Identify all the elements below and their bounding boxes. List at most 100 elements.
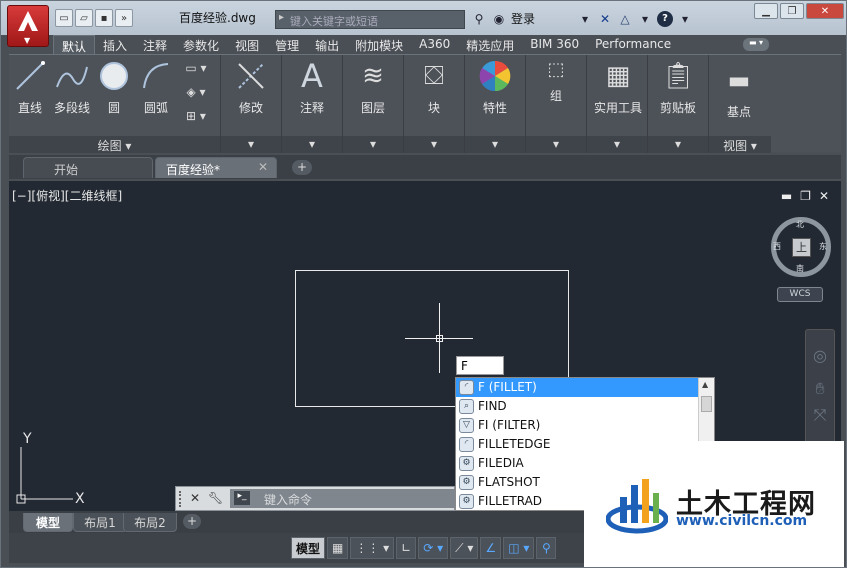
viewport-window-controls: ▬ ❐ ✕ [781,189,829,203]
groups-label: 组 [549,89,562,103]
zoom-extents-icon[interactable]: ⤧ [806,405,834,425]
prompt-icon: ▸_ [234,491,250,505]
add-layout-button[interactable]: + [183,514,201,529]
wrench-icon[interactable]: 🔧︎ [208,491,223,505]
open-folder-icon[interactable]: ▱ [75,9,93,27]
wcs-menu[interactable]: WCS [777,287,823,302]
object-snap-icon[interactable]: ◫ ▾ [503,537,535,559]
viewport-minimize-icon[interactable]: ▬ [781,189,792,203]
dropdown-icon[interactable]: ▾ [577,11,593,27]
minimize-button[interactable]: ▁ [754,3,778,19]
user-icon[interactable]: ◉ [491,11,507,27]
help-icon[interactable]: ? [657,10,674,27]
grid-icon[interactable]: ▦ [327,537,349,559]
dropdown-icon[interactable]: ▾ [343,136,403,153]
draw-panel-footer[interactable]: 绘图 ▾ [9,136,220,153]
groups-button[interactable]: ⬚ 组 [528,57,584,104]
steering-wheel-icon[interactable]: ◎ [806,346,834,365]
ribbon-tab[interactable]: 精选应用 [458,35,522,54]
dropdown-icon[interactable]: ▾ [465,136,525,153]
close-command-line-icon[interactable]: ✕ [190,491,200,505]
more-icon[interactable]: » [115,9,133,27]
dropdown-icon[interactable]: ▾ [677,11,693,27]
ribbon-minimize-toggle[interactable]: ▬ ▾ [743,38,769,51]
ribbon-tab[interactable]: 输出 [307,35,347,54]
layout-tab[interactable]: 模型 [23,513,73,532]
close-tab-icon[interactable]: ✕ [258,160,268,174]
polyline-button[interactable]: 多段线 [47,59,97,116]
annotation-label: 注释 [299,101,324,115]
viewcube-top-face[interactable]: 上 [792,238,811,257]
pan-hand-icon[interactable]: ✋︎ [806,379,834,399]
ribbon-tab[interactable]: 插入 [95,35,135,54]
hatch-tool-icon[interactable]: ◈ ▾ [181,85,211,99]
view-panel-footer[interactable]: 视图 ▾ [709,136,771,153]
ribbon-tab[interactable]: 附加模块 [347,35,411,54]
new-tab-button[interactable]: + [292,160,312,175]
polyline-label: 多段线 [53,101,90,115]
dropdown-icon[interactable]: ▾ [637,11,653,27]
binoculars-icon[interactable]: ⚲ [471,11,487,27]
rectangle-tool-icon[interactable]: ▭ ▾ [181,61,211,75]
clipboard-button[interactable]: 📋︎ 剪贴板 [650,59,706,116]
a360-icon[interactable]: △ [617,11,633,27]
ribbon-tab[interactable]: 默认 [53,35,96,54]
snap-icon[interactable]: ⋮⋮ ▾ [350,537,395,559]
dropdown-icon[interactable]: ▾ [282,136,342,153]
grip-handle[interactable] [179,491,183,507]
new-file-icon[interactable]: ▭ [55,9,73,27]
viewport-controls-label[interactable]: [−][俯视][二维线框] [12,187,122,204]
annotation-button[interactable]: A 注释 [284,57,340,116]
layout-tab[interactable]: 布局2 [123,513,177,532]
ribbon-tab-bar: 默认 插入 注释 参数化 视图 管理 输出 附加模块 A360 精选应用 BIM 360 Perfor… [53,35,679,54]
layers-button[interactable]: ≋ 图层 [345,59,401,116]
ribbon-tab[interactable]: 参数化 [175,35,227,54]
utilities-button[interactable]: ▦ 实用工具 [589,59,647,116]
viewport-restore-icon[interactable]: ❐ [800,189,811,203]
annotation-scale-icon[interactable]: ⚲ [536,537,557,559]
dropdown-icon[interactable]: ▾ [587,136,647,153]
exchange-icon[interactable]: ✕ [597,11,613,27]
application-menu-button[interactable]: ▼ [7,5,49,47]
autocomplete-item-label: FILLETRAD [478,494,543,508]
dropdown-icon[interactable]: ▾ [648,136,708,153]
modify-label: 修改 [238,101,263,115]
object-snap-tracking-icon[interactable]: ∠ [480,537,502,559]
ribbon-tab[interactable]: Performance [587,35,679,54]
scroll-thumb[interactable] [701,396,712,412]
layout-tab[interactable]: 布局1 [73,513,127,532]
dynamic-input[interactable]: F [456,356,504,375]
search-input[interactable]: 键入关键字或短语 [275,10,465,29]
dropdown-icon[interactable]: ▾ [221,136,281,153]
ribbon-tab[interactable]: 注释 [135,35,175,54]
tab-drawing[interactable]: 百度经验* ✕ [155,157,277,178]
ortho-icon[interactable]: ∟ [396,537,417,559]
ribbon-tab[interactable]: A360 [411,35,458,54]
modify-button[interactable]: 修改 [223,59,279,116]
tab-start[interactable]: 开始 [23,157,153,178]
isodraft-icon[interactable]: ⟋ ▾ [450,537,479,559]
ribbon-tab[interactable]: BIM 360 [522,35,587,54]
autocomplete-item[interactable]: ⌕ FIND [456,397,714,416]
dropdown-icon[interactable]: ▾ [404,136,464,153]
viewcube[interactable]: 北 南 东 西 上 [771,217,831,277]
boundary-tool-icon[interactable]: ⊞ ▾ [181,109,211,123]
dropdown-icon[interactable]: ▾ [526,136,586,153]
block-button[interactable]: ⛋ 块 [406,59,462,116]
base-point-button[interactable]: ▬ 基点 [711,63,767,120]
close-button[interactable]: ✕ [806,3,844,19]
polar-tracking-icon[interactable]: ⟳ ▾ [418,537,449,559]
circle-button[interactable]: 圆 [91,59,137,116]
login-link[interactable]: 登录 [511,10,535,27]
model-space-button[interactable]: 模型 [291,537,326,559]
save-icon[interactable]: ▪ [95,9,113,27]
restore-button[interactable]: ❐ [780,3,804,19]
command-input[interactable]: ▸_ 键入命令 [230,489,455,508]
properties-button[interactable]: 特性 [467,59,523,116]
ribbon-tab[interactable]: 管理 [267,35,307,54]
arc-button[interactable]: 圆弧 [133,59,179,116]
autocomplete-item[interactable]: ▽ FI (FILTER) [456,416,714,435]
autocomplete-item[interactable]: ◜ F (FILLET) [456,378,714,397]
viewport-close-icon[interactable]: ✕ [819,189,829,203]
ribbon-tab[interactable]: 视图 [227,35,267,54]
